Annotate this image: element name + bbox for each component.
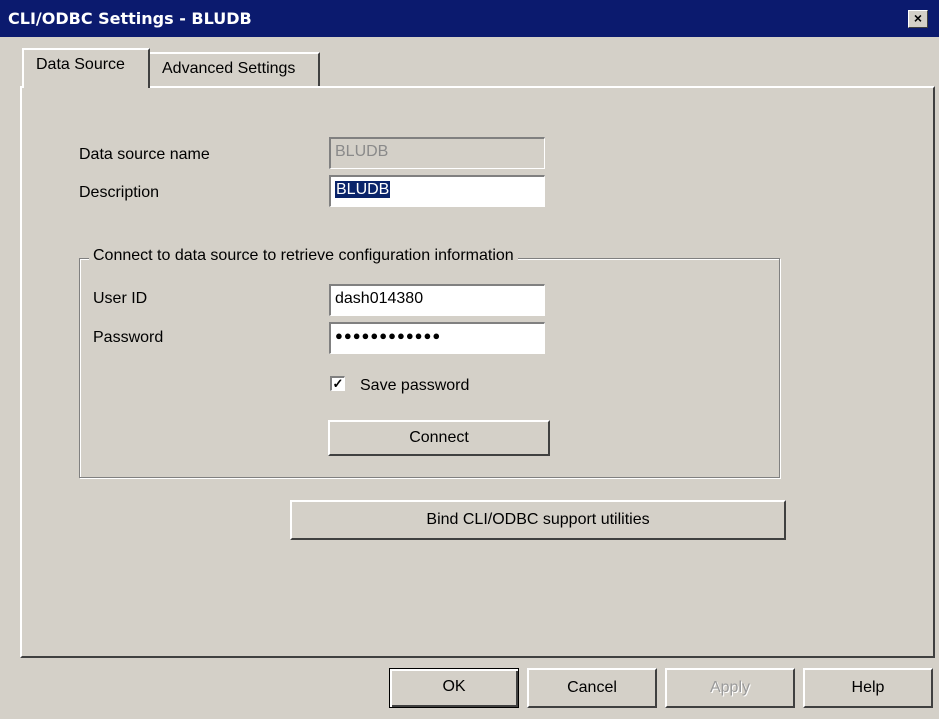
user-id-field[interactable]: dash014380 bbox=[329, 284, 545, 316]
close-button[interactable]: × bbox=[908, 10, 928, 28]
password-field[interactable]: ●●●●●●●●●●●● bbox=[329, 322, 545, 354]
tab-label: Advanced Settings bbox=[162, 60, 296, 77]
help-button-label: Help bbox=[851, 679, 885, 696]
apply-button-label: Apply bbox=[709, 679, 751, 696]
ok-button-label: OK bbox=[442, 678, 466, 695]
tab-data-source[interactable]: Data Source bbox=[22, 48, 150, 88]
cancel-button[interactable]: Cancel bbox=[527, 668, 657, 708]
data-source-name-label: Data source name bbox=[79, 146, 210, 163]
data-source-name-value: BLUDB bbox=[335, 143, 389, 160]
tab-label: Data Source bbox=[36, 56, 125, 73]
description-value: BLUDB bbox=[335, 181, 391, 198]
user-id-value: dash014380 bbox=[335, 290, 424, 307]
ok-button[interactable]: OK bbox=[389, 668, 519, 708]
cancel-button-label: Cancel bbox=[567, 679, 617, 696]
description-field[interactable]: BLUDB bbox=[329, 175, 545, 207]
description-label: Description bbox=[79, 184, 160, 201]
password-mask: ●●●●●●●●●●●● bbox=[335, 328, 442, 343]
tab-advanced-settings[interactable]: Advanced Settings bbox=[148, 52, 320, 86]
window-title: CLI/ODBC Settings - BLUDB bbox=[8, 9, 252, 28]
save-password-checkbox[interactable]: ✓ bbox=[330, 376, 345, 391]
close-icon: × bbox=[913, 10, 923, 26]
data-source-name-field: BLUDB bbox=[329, 137, 545, 169]
user-id-label: User ID bbox=[93, 290, 148, 307]
help-button[interactable]: Help bbox=[803, 668, 933, 708]
password-label: Password bbox=[93, 329, 164, 346]
save-password-label: Save password bbox=[360, 377, 470, 394]
apply-button: Apply bbox=[665, 668, 795, 708]
connect-button[interactable]: Connect bbox=[328, 420, 550, 456]
checkmark-icon: ✓ bbox=[332, 376, 344, 391]
bind-utilities-button[interactable]: Bind CLI/ODBC support utilities bbox=[290, 500, 786, 540]
connect-group-legend: Connect to data source to retrieve confi… bbox=[89, 247, 518, 265]
bind-utilities-button-label: Bind CLI/ODBC support utilities bbox=[426, 511, 650, 528]
title-bar: CLI/ODBC Settings - BLUDB × bbox=[0, 0, 939, 37]
connect-button-label: Connect bbox=[409, 429, 469, 446]
